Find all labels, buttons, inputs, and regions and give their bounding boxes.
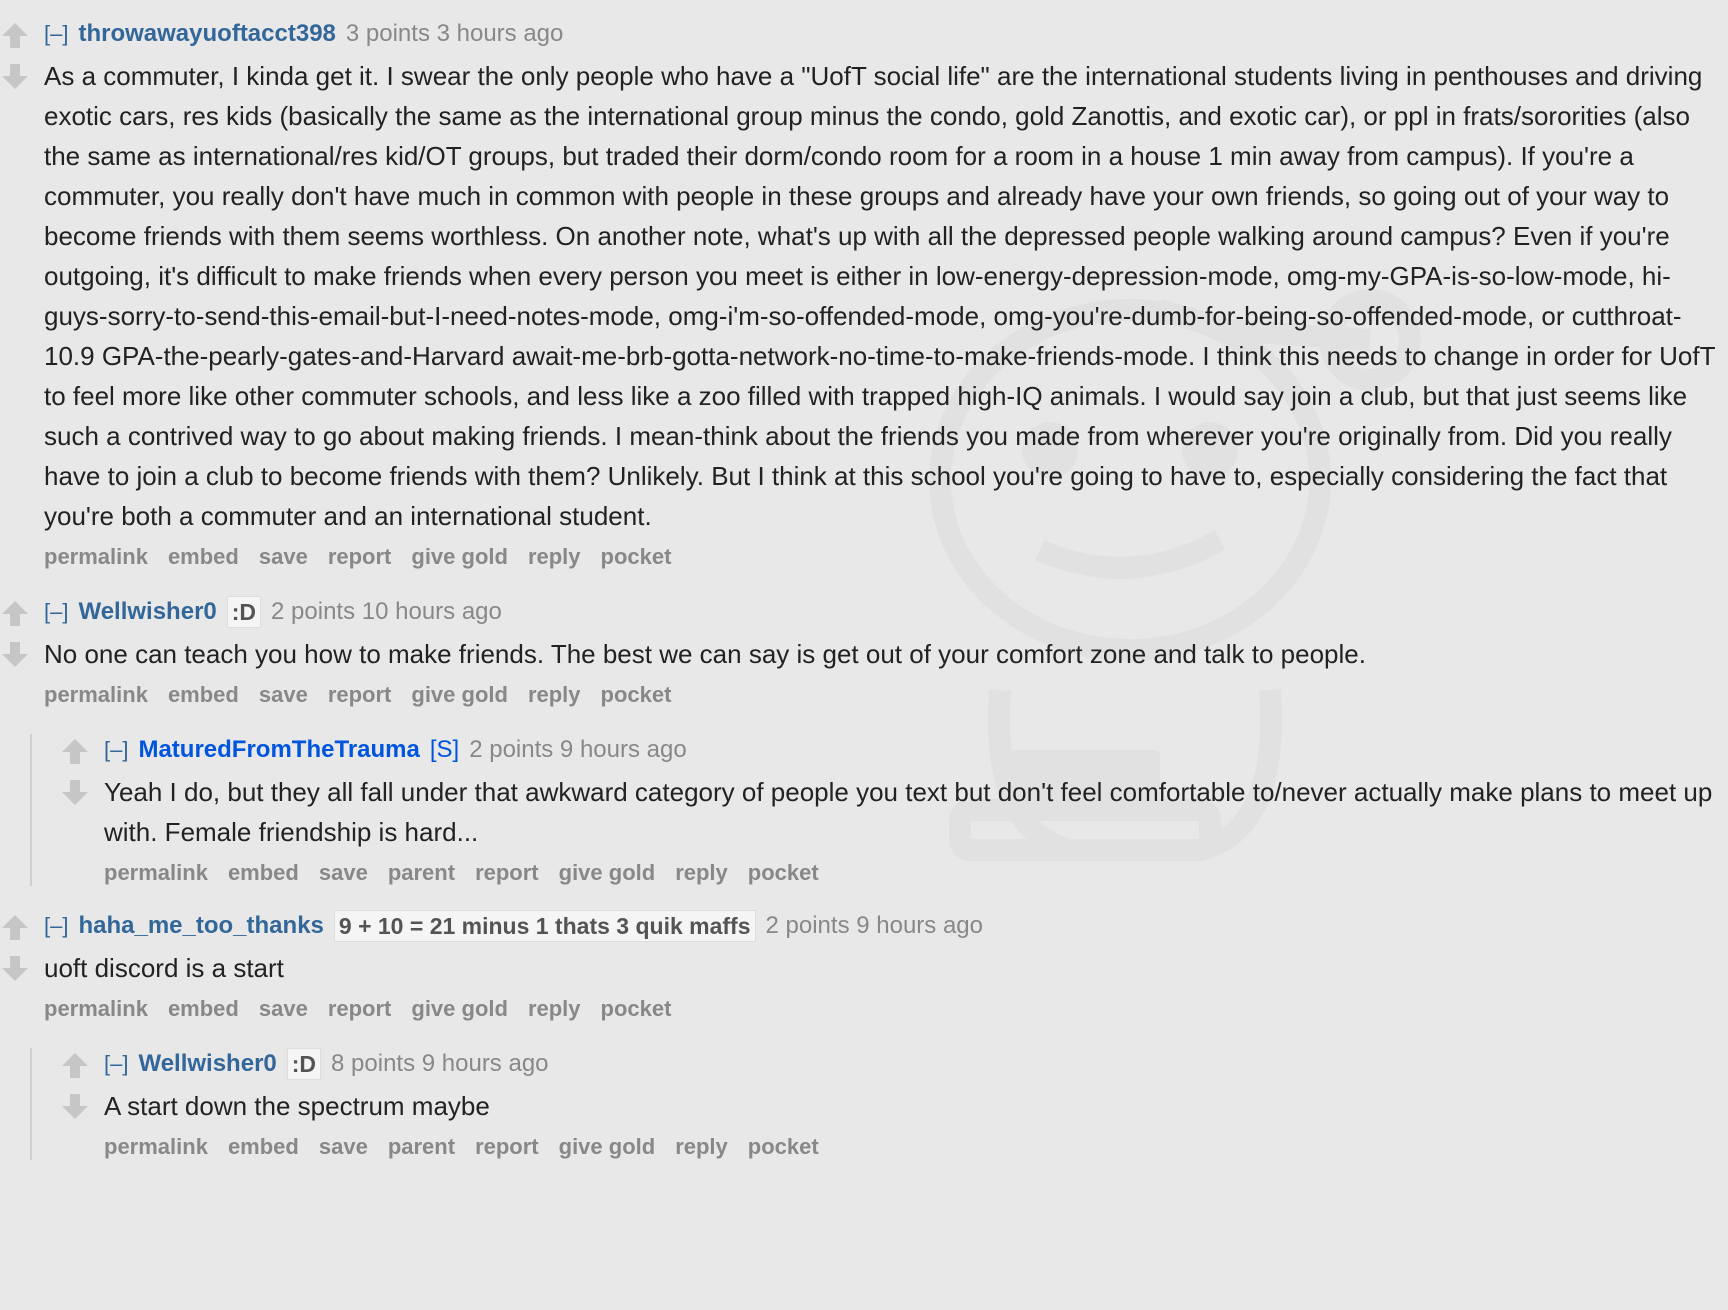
author-link[interactable]: throwawayuoftacct398: [78, 18, 335, 50]
embed-button[interactable]: embed: [168, 682, 239, 708]
downvote-arrow-icon[interactable]: [0, 640, 30, 670]
reply-button[interactable]: reply: [675, 860, 728, 886]
comment-tagline: [–] Wellwisher0 :D 8 points 9 hours ago: [104, 1048, 1728, 1080]
save-button[interactable]: save: [319, 1134, 368, 1160]
user-flair: :D: [226, 596, 262, 628]
comment-body: A start down the spectrum maybe: [104, 1091, 490, 1121]
comment-actions: permalink embed save report give gold re…: [44, 996, 1728, 1022]
collapse-toggle[interactable]: [–]: [44, 18, 68, 50]
reply-button[interactable]: reply: [675, 1134, 728, 1160]
give-gold-button[interactable]: give gold: [411, 996, 508, 1022]
comment-thread: [–] throwawayuoftacct398 3 points 3 hour…: [0, 0, 1728, 1160]
permalink-button[interactable]: permalink: [44, 544, 148, 570]
score-and-time: 8 points 9 hours ago: [331, 1050, 549, 1077]
downvote-arrow-icon[interactable]: [60, 778, 90, 808]
embed-button[interactable]: embed: [168, 996, 239, 1022]
comment-actions: permalink embed save report give gold re…: [44, 544, 1728, 570]
score-and-time: 2 points 9 hours ago: [469, 736, 687, 763]
upvote-arrow-icon[interactable]: [60, 736, 90, 766]
give-gold-button[interactable]: give gold: [411, 544, 508, 570]
comment-body: Yeah I do, but they all fall under that …: [104, 777, 1713, 847]
downvote-arrow-icon[interactable]: [60, 1092, 90, 1122]
report-button[interactable]: report: [475, 1134, 539, 1160]
parent-button[interactable]: parent: [388, 1134, 455, 1160]
report-button[interactable]: report: [328, 682, 392, 708]
user-flair: :D: [286, 1048, 322, 1080]
collapse-toggle[interactable]: [–]: [104, 1048, 128, 1080]
comment-haha-me-too-thanks: [–] haha_me_too_thanks 9 + 10 = 21 minus…: [0, 910, 1728, 1022]
downvote-arrow-icon[interactable]: [0, 954, 30, 984]
reply-button[interactable]: reply: [528, 682, 581, 708]
report-button[interactable]: report: [328, 996, 392, 1022]
comment-actions: permalink embed save parent report give …: [104, 1134, 1728, 1160]
comment-actions: permalink embed save parent report give …: [104, 860, 1728, 886]
embed-button[interactable]: embed: [228, 1134, 299, 1160]
score-and-time: 3 points 3 hours ago: [345, 20, 564, 47]
give-gold-button[interactable]: give gold: [559, 860, 656, 886]
permalink-button[interactable]: permalink: [44, 996, 148, 1022]
submitter-tag: [S]: [429, 736, 460, 763]
user-flair: 9 + 10 = 21 minus 1 thats 3 quik maffs: [333, 910, 756, 942]
comment-tagline: [–] haha_me_too_thanks 9 + 10 = 21 minus…: [44, 910, 1728, 942]
give-gold-button[interactable]: give gold: [411, 682, 508, 708]
comment-tagline: [–] MaturedFromTheTrauma [S] 2 points 9 …: [104, 734, 1728, 766]
score-and-time: 2 points 10 hours ago: [271, 598, 502, 625]
collapse-toggle[interactable]: [–]: [44, 910, 68, 942]
save-button[interactable]: save: [259, 996, 308, 1022]
embed-button[interactable]: embed: [168, 544, 239, 570]
author-link[interactable]: Wellwisher0: [78, 596, 216, 628]
vote-column: [0, 912, 32, 996]
upvote-arrow-icon[interactable]: [60, 1050, 90, 1080]
comment-wellwisher0-reply: [–] Wellwisher0 :D 8 points 9 hours ago …: [30, 1048, 1728, 1160]
collapse-toggle[interactable]: [–]: [44, 596, 68, 628]
upvote-arrow-icon[interactable]: [0, 598, 30, 628]
permalink-button[interactable]: permalink: [104, 860, 208, 886]
comment-throwawayuoftacct398: [–] throwawayuoftacct398 3 points 3 hour…: [0, 18, 1728, 570]
vote-column: [0, 598, 32, 682]
save-button[interactable]: save: [319, 860, 368, 886]
comment-tagline: [–] Wellwisher0 :D 2 points 10 hours ago: [44, 596, 1728, 628]
comment-body: uoft discord is a start: [44, 953, 284, 983]
save-button[interactable]: save: [259, 544, 308, 570]
report-button[interactable]: report: [328, 544, 392, 570]
upvote-arrow-icon[interactable]: [0, 20, 30, 50]
downvote-arrow-icon[interactable]: [0, 62, 30, 92]
pocket-button[interactable]: pocket: [601, 544, 672, 570]
author-link[interactable]: haha_me_too_thanks: [78, 910, 323, 942]
vote-column: [60, 1050, 92, 1134]
report-button[interactable]: report: [475, 860, 539, 886]
comment-wellwisher0: [–] Wellwisher0 :D 2 points 10 hours ago…: [0, 596, 1728, 708]
vote-column: [0, 20, 32, 104]
comment-actions: permalink embed save report give gold re…: [44, 682, 1728, 708]
comment-body: As a commuter, I kinda get it. I swear t…: [44, 61, 1715, 531]
embed-button[interactable]: embed: [228, 860, 299, 886]
author-link[interactable]: MaturedFromTheTrauma: [138, 734, 419, 766]
pocket-button[interactable]: pocket: [748, 1134, 819, 1160]
comment-maturedfromthetrauma: [–] MaturedFromTheTrauma [S] 2 points 9 …: [30, 734, 1728, 886]
permalink-button[interactable]: permalink: [44, 682, 148, 708]
reply-button[interactable]: reply: [528, 996, 581, 1022]
comment-tagline: [–] throwawayuoftacct398 3 points 3 hour…: [44, 18, 1728, 50]
pocket-button[interactable]: pocket: [748, 860, 819, 886]
author-link[interactable]: Wellwisher0: [138, 1048, 276, 1080]
pocket-button[interactable]: pocket: [601, 682, 672, 708]
parent-button[interactable]: parent: [388, 860, 455, 886]
pocket-button[interactable]: pocket: [601, 996, 672, 1022]
collapse-toggle[interactable]: [–]: [104, 734, 128, 766]
reply-button[interactable]: reply: [528, 544, 581, 570]
vote-column: [60, 736, 92, 820]
permalink-button[interactable]: permalink: [104, 1134, 208, 1160]
score-and-time: 2 points 9 hours ago: [765, 912, 984, 939]
give-gold-button[interactable]: give gold: [559, 1134, 656, 1160]
comment-body: No one can teach you how to make friends…: [44, 639, 1366, 669]
upvote-arrow-icon[interactable]: [0, 912, 30, 942]
save-button[interactable]: save: [259, 682, 308, 708]
